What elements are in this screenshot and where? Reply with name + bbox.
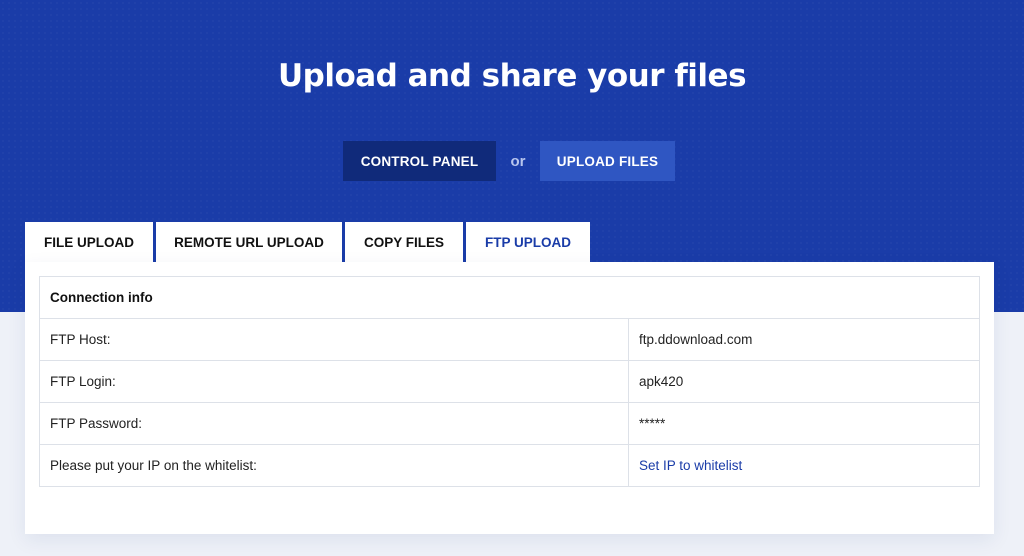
connection-info-table: Connection info FTP Host: ftp.ddownload.… [39, 276, 980, 487]
ip-whitelist-label: Please put your IP on the whitelist: [39, 444, 629, 487]
ftp-login-label: FTP Login: [39, 360, 629, 403]
page-title: Upload and share your files [277, 58, 747, 94]
connection-info-header: Connection info [39, 276, 980, 319]
table-row: FTP Host: ftp.ddownload.com [39, 318, 980, 361]
ip-whitelist-cell: Set IP to whitelist [628, 444, 980, 487]
tab-copy-files[interactable]: COPY FILES [345, 222, 463, 262]
or-separator-text: or [510, 152, 526, 170]
ftp-host-label: FTP Host: [39, 318, 629, 361]
ftp-password-label: FTP Password: [39, 402, 629, 445]
set-ip-whitelist-link[interactable]: Set IP to whitelist [639, 458, 742, 473]
ftp-password-value: ***** [628, 402, 980, 445]
table-row: Please put your IP on the whitelist: Set… [39, 444, 980, 487]
tab-remote-url-upload[interactable]: REMOTE URL UPLOAD [156, 222, 342, 262]
ftp-login-value: apk420 [628, 360, 980, 403]
ftp-host-value: ftp.ddownload.com [628, 318, 980, 361]
ftp-upload-panel: Connection info FTP Host: ftp.ddownload.… [25, 262, 994, 534]
table-header-row: Connection info [39, 276, 980, 319]
table-row: FTP Login: apk420 [39, 360, 980, 403]
table-row: FTP Password: ***** [39, 402, 980, 445]
tab-file-upload[interactable]: FILE UPLOAD [25, 222, 153, 262]
tab-ftp-upload[interactable]: FTP UPLOAD [466, 222, 590, 262]
upload-files-button[interactable]: UPLOAD FILES [540, 141, 675, 181]
control-panel-button[interactable]: CONTROL PANEL [343, 141, 496, 181]
